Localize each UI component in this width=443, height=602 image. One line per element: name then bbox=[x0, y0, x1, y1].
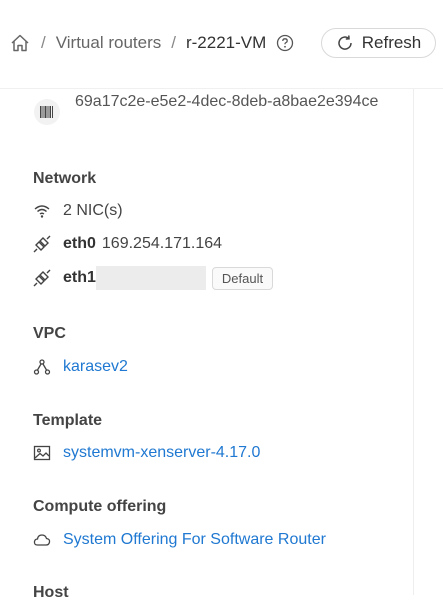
network-title: Network bbox=[33, 170, 97, 187]
help-icon[interactable] bbox=[276, 34, 294, 52]
picture-icon bbox=[33, 445, 51, 461]
uuid-value: 69a17c2e-e5e2-4dec-8deb-a8bae2e394ce bbox=[75, 93, 379, 110]
nic-name: eth1 bbox=[63, 269, 96, 286]
template-title: Template bbox=[33, 412, 103, 429]
breadcrumb-separator: / bbox=[41, 33, 46, 52]
breadcrumb: / Virtual routers / r-2221-VM bbox=[9, 31, 294, 55]
nic-count: 2 NIC(s) bbox=[63, 202, 123, 219]
refresh-label: Refresh bbox=[361, 33, 422, 52]
compute-offering-title: Compute offering bbox=[33, 498, 167, 515]
nic-row-eth0: eth0 169.254.171.164 bbox=[33, 235, 222, 253]
refresh-icon bbox=[338, 35, 352, 50]
compute-offering-row: System Offering For Software Router bbox=[33, 531, 326, 549]
default-tag: Default bbox=[211, 266, 274, 290]
wifi-icon bbox=[34, 205, 50, 218]
nic-ip-masked bbox=[95, 266, 206, 290]
scroll-area-edge bbox=[413, 88, 414, 595]
link-icon bbox=[33, 235, 51, 253]
cluster-icon bbox=[33, 359, 51, 375]
nic-count-row: 2 NIC(s) bbox=[33, 202, 123, 220]
link-icon bbox=[33, 269, 51, 287]
vpc-link[interactable]: karasev2 bbox=[63, 358, 128, 376]
refresh-button[interactable]: Refresh bbox=[321, 28, 436, 58]
page-header: / Virtual routers / r-2221-VM Refresh bbox=[0, 0, 443, 89]
breadcrumb-separator: / bbox=[171, 33, 176, 52]
cloud-icon bbox=[33, 534, 51, 546]
compute-offering-link[interactable]: System Offering For Software Router bbox=[63, 531, 326, 549]
barcode-icon bbox=[34, 99, 60, 125]
nic-ip: 169.254.171.164 bbox=[101, 235, 223, 252]
vpc-row: karasev2 bbox=[33, 358, 128, 376]
home-icon[interactable] bbox=[9, 32, 31, 54]
nic-row-eth1: eth1 Default bbox=[33, 266, 274, 290]
details-panel: 69a17c2e-e5e2-4dec-8deb-a8bae2e394ce Net… bbox=[0, 0, 443, 601]
breadcrumb-current: r-2221-VM bbox=[185, 33, 267, 52]
template-link[interactable]: systemvm-xenserver-4.17.0 bbox=[63, 444, 260, 462]
host-title: Host bbox=[33, 584, 69, 601]
breadcrumb-virtual-routers[interactable]: Virtual routers bbox=[56, 33, 162, 53]
template-row: systemvm-xenserver-4.17.0 bbox=[33, 444, 260, 462]
vpc-title: VPC bbox=[33, 325, 66, 342]
nic-name: eth0 bbox=[63, 235, 96, 252]
